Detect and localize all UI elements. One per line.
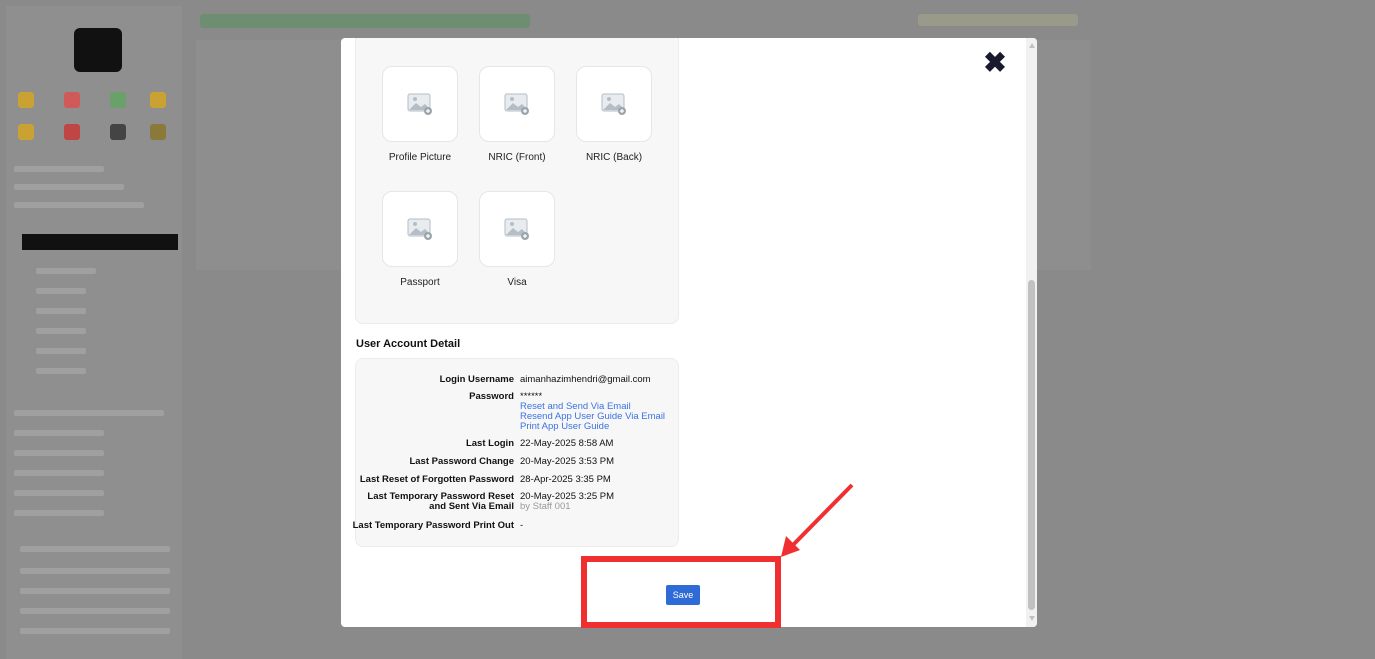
document-label: NRIC (Front): [488, 152, 546, 163]
background-menu-line: [14, 184, 124, 190]
document-nric-front: NRIC (Front): [479, 66, 555, 163]
print-app-user-guide-link[interactable]: Print App User Guide: [520, 422, 665, 432]
save-button-highlight-box: [581, 556, 781, 628]
background-menu-line: [14, 430, 104, 436]
last-temp-reset-label: Last Temporary Password Reset and Sent V…: [367, 492, 514, 512]
scroll-down-arrow-icon[interactable]: [1029, 616, 1035, 621]
document-visa: Visa: [479, 191, 555, 288]
close-icon[interactable]: ✖: [980, 48, 1010, 78]
customer-detail-modal: Profile Picture NRIC (Front) NRIC (Back)…: [341, 38, 1037, 627]
background-menu-line: [14, 470, 104, 476]
background-menu-line: [36, 288, 86, 294]
background-menu-line: [20, 608, 170, 614]
image-add-icon: [407, 218, 432, 240]
document-profile-picture: Profile Picture: [382, 66, 458, 163]
background-app-icon: [18, 124, 34, 140]
background-page-title: [200, 14, 530, 28]
last-login-label: Last Login: [465, 438, 514, 449]
background-menu-line: [36, 268, 96, 274]
background-app-icon: [150, 92, 166, 108]
image-add-icon: [601, 93, 626, 115]
background-sidebar: [6, 6, 182, 659]
background-menu-line: [14, 202, 144, 208]
background-logo: [74, 28, 122, 72]
background-active-menu: [22, 234, 178, 250]
passport-upload[interactable]: [382, 191, 458, 267]
background-menu-line: [36, 368, 86, 374]
background-app-icon: [64, 124, 80, 140]
last-temp-print-label: Last Temporary Password Print Out: [352, 520, 514, 531]
background-app-icon: [110, 92, 126, 108]
background-app-icon: [64, 92, 80, 108]
last-temp-reset-by: by Staff 001: [520, 501, 571, 512]
last-reset-forgotten-label: Last Reset of Forgotten Password: [359, 474, 514, 485]
password-value-group: ****** Reset and Send Via Email Resend A…: [520, 392, 665, 432]
background-menu-line: [14, 510, 104, 516]
scroll-up-arrow-icon[interactable]: [1029, 43, 1035, 48]
background-app-icon: [18, 92, 34, 108]
last-temp-reset-label-line2: and Sent Via Email: [429, 501, 514, 512]
modal-scrollbar[interactable]: [1026, 38, 1037, 627]
background-menu-line: [14, 410, 164, 416]
user-account-detail-title: User Account Detail: [356, 338, 461, 350]
document-passport: Passport: [382, 191, 458, 288]
login-username-value: aimanhazimhendri@gmail.com: [520, 374, 651, 385]
background-menu-line: [14, 166, 104, 172]
background-menu-line: [20, 568, 170, 574]
background-menu-line: [14, 450, 104, 456]
background-menu-line: [20, 546, 170, 552]
background-menu-line: [20, 588, 170, 594]
background-menu-line: [36, 328, 86, 334]
document-label: NRIC (Back): [585, 152, 643, 163]
last-reset-forgotten-value: 28-Apr-2025 3:35 PM: [520, 474, 611, 485]
nric-front-upload[interactable]: [479, 66, 555, 142]
background-header-icons: [918, 14, 1078, 26]
user-account-detail-panel: Login Username aimanhazimhendri@gmail.co…: [352, 358, 679, 547]
background-menu-line: [20, 628, 170, 634]
profile-picture-upload[interactable]: [382, 66, 458, 142]
document-nric-back: NRIC (Back): [576, 66, 652, 163]
documents-panel: Profile Picture NRIC (Front) NRIC (Back)…: [355, 38, 679, 324]
last-password-change-label: Last Password Change: [409, 456, 514, 467]
visa-upload[interactable]: [479, 191, 555, 267]
document-label: Visa: [507, 277, 527, 288]
document-label: Profile Picture: [388, 152, 452, 163]
background-app-icon: [150, 124, 166, 140]
login-username-label: Login Username: [439, 374, 514, 385]
password-label: Password: [469, 391, 514, 402]
last-temp-reset-value-group: 20-May-2025 3:25 PM by Staff 001: [520, 492, 614, 512]
last-temp-print-value: -: [520, 520, 524, 531]
last-login-value: 22-May-2025 8:58 AM: [520, 438, 614, 449]
document-label: Passport: [400, 277, 440, 288]
background-menu-line: [36, 348, 86, 354]
scrollbar-thumb[interactable]: [1028, 280, 1035, 610]
background-menu-line: [14, 490, 104, 496]
background-app-icon: [110, 124, 126, 140]
image-add-icon: [407, 93, 432, 115]
background-menu-line: [36, 308, 86, 314]
image-add-icon: [504, 93, 529, 115]
nric-back-upload[interactable]: [576, 66, 652, 142]
image-add-icon: [504, 218, 529, 240]
last-password-change-value: 20-May-2025 3:53 PM: [520, 456, 614, 467]
